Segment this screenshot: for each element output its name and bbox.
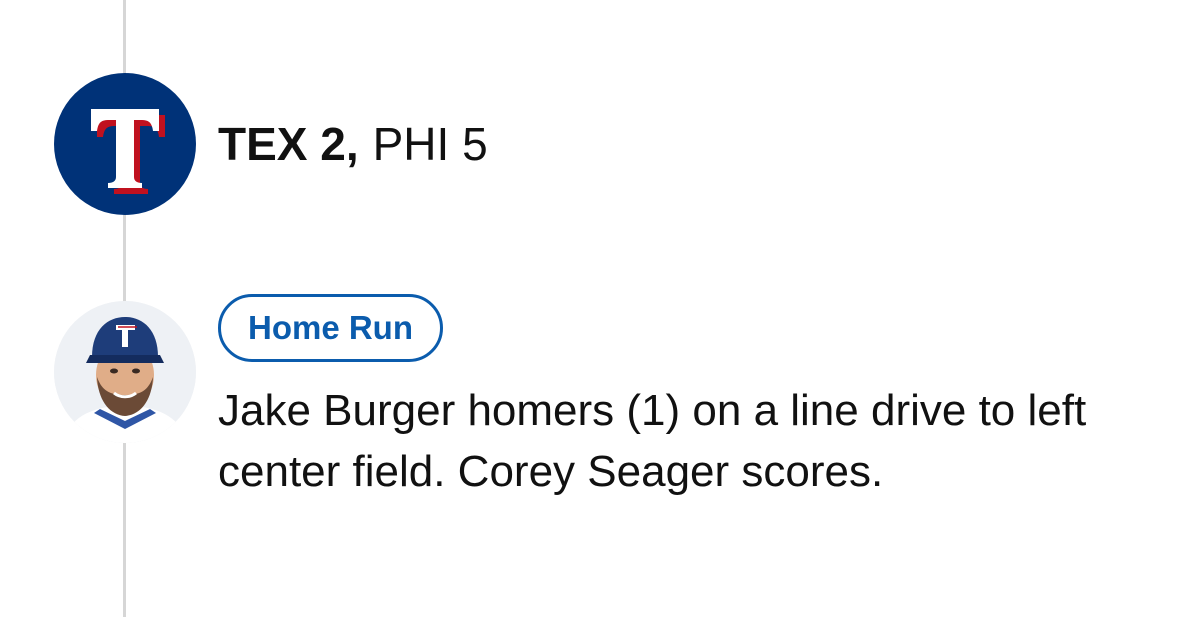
away-team-score: TEX 2: [218, 118, 346, 170]
player-avatar: [54, 301, 196, 443]
score-separator: ,: [345, 118, 359, 170]
home-run-badge: Home Run: [218, 294, 443, 362]
play-description: Jake Burger homers (1) on a line drive t…: [218, 386, 1087, 496]
rangers-t-logo-icon: [54, 73, 196, 215]
home-team-score: PHI 5: [372, 118, 488, 170]
score-line: TEX 2, PHI 5: [218, 116, 488, 172]
